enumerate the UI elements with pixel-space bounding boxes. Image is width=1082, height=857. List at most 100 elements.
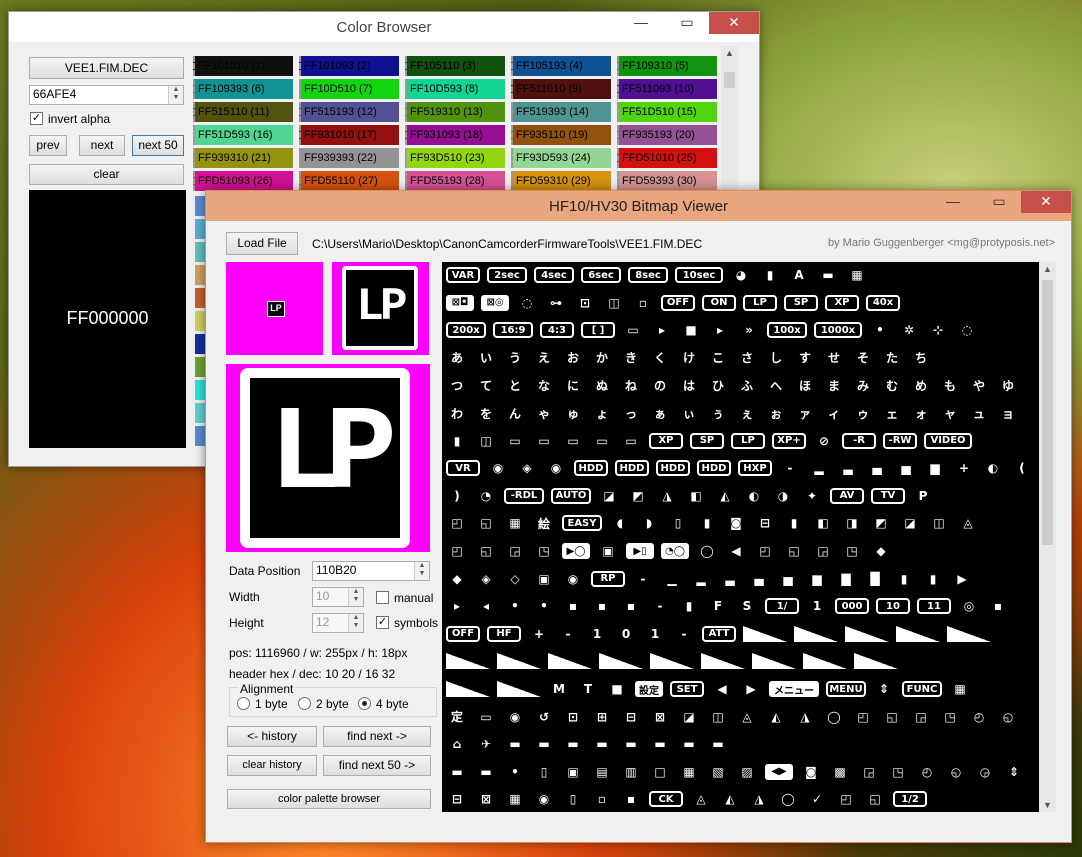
palette-swatch[interactable]: FF519310 (13) [405,102,505,122]
palette-swatch[interactable]: FF939310 (21) [193,148,293,168]
palette-browser-button[interactable]: color palette browser [227,789,431,809]
clear-history-button[interactable]: clear history [227,755,317,776]
palette-scroll-thumb[interactable] [724,72,735,88]
symbols-checkbox[interactable]: ✓ [376,616,389,629]
palette-swatch[interactable]: FF105110 (3) [405,56,505,76]
minimize-icon[interactable]: — [931,191,975,213]
palette-swatch[interactable]: FF935110 (19) [511,125,611,145]
symbol-scroll-down-icon[interactable]: ▼ [1039,800,1056,810]
color-spinner-icon[interactable]: ▲ ▼ [168,86,183,104]
minimize-icon[interactable]: — [619,12,663,34]
symbol-glyph: ▤ [596,764,608,779]
palette-swatch[interactable]: FF51D510 (15) [617,102,717,122]
palette-swatch[interactable]: FF10D593 (8) [405,79,505,99]
symbol-glyph: VAR [446,267,480,283]
palette-swatch[interactable]: FF109393 (6) [193,79,293,99]
symbol-glyph: ェ [885,406,898,421]
invert-alpha-checkbox[interactable]: ✓ [30,112,43,125]
align-4-radio[interactable] [358,697,371,710]
palette-swatch[interactable]: FF939393 (22) [299,148,399,168]
width-input[interactable]: 10 ▲ ▼ [312,587,364,607]
data-position-label: Data Position [229,564,301,578]
palette-swatch[interactable]: FF515193 (12) [299,102,399,122]
palette-swatch[interactable]: FF931010 (17) [299,125,399,145]
palette-swatch[interactable]: FF10D510 (7) [299,79,399,99]
palette-swatch[interactable]: FFD55193 (28) [405,171,505,191]
palette-swatch[interactable]: FF109310 (5) [617,56,717,76]
data-position-spinner-icon[interactable]: ▲ ▼ [414,562,429,580]
color-browser-titlebar[interactable]: Color Browser — ▭ ✕ [9,12,759,42]
palette-swatch[interactable]: FF511093 (10) [617,79,717,99]
palette-swatch[interactable]: FF105193 (4) [511,56,611,76]
load-file-button[interactable]: Load File [226,232,298,255]
symbol-glyph: ふ [740,378,753,393]
palette-swatch[interactable]: FF101010 (1) [193,56,293,76]
palette-swatch[interactable]: FF93D593 (24) [511,148,611,168]
history-back-button[interactable]: <- history [227,726,317,747]
palette-swatch[interactable]: FF93D510 (23) [405,148,505,168]
palette-swatch[interactable]: FF935193 (20) [617,125,717,145]
symbol-glyph: ⇕ [878,682,890,696]
next-button[interactable]: next [79,135,125,156]
preview-medium-glyph: LP [342,266,418,350]
symbol-glyph: ⊹ [932,323,944,338]
data-position-input[interactable]: 110B20 ▲ ▼ [312,561,430,581]
symbol-glyph [803,653,847,670]
next-50-button[interactable]: next 50 [132,135,184,156]
scroll-up-icon[interactable]: ▲ [721,48,738,58]
symbol-glyph: ◱ [480,516,492,531]
find-next-button[interactable]: find next -> [323,726,431,747]
palette-swatch[interactable]: FFD59393 (30) [617,171,717,191]
symbol-glyph: ◳ [944,709,956,724]
align-2-radio[interactable] [298,697,311,710]
close-icon[interactable]: ✕ [709,12,759,34]
palette-swatch[interactable]: FFD51010 (25) [617,148,717,168]
color-input[interactable]: 66AFE4 ▲ ▼ [29,85,184,105]
symbol-scrollbar[interactable]: ▲ ▼ [1039,262,1056,812]
palette-swatch[interactable]: FFD55110 (27) [299,171,399,191]
palette-swatch[interactable]: FF511010 (9) [511,79,611,99]
symbol-scroll-thumb[interactable] [1042,280,1053,545]
symbol-glyph: EASY [562,515,602,532]
height-spinner-icon[interactable]: ▲ ▼ [348,614,363,632]
symbol-glyph: ON [702,294,736,311]
palette-swatch[interactable]: FF101093 (2) [299,56,399,76]
symbol-glyph: う [508,351,521,366]
symbol-glyph: 1 [592,626,602,641]
palette-swatch[interactable]: FF515110 (11) [193,102,293,122]
file-button[interactable]: VEE1.FIM.DEC [29,57,184,79]
find-next-50-button[interactable]: find next 50 -> [323,755,431,776]
symbol-glyph: ゃ [537,406,550,421]
viewer-titlebar[interactable]: HF10/HV30 Bitmap Viewer — ▭ ✕ [206,191,1071,221]
close-icon[interactable]: ✕ [1021,191,1071,213]
palette-swatch[interactable]: FFD59310 (29) [511,171,611,191]
align-1-radio[interactable] [237,697,250,710]
height-input[interactable]: 12 ▲ ▼ [312,613,364,633]
symbol-glyph: ⊠◎ [481,294,509,311]
symbol-glyph: ◰ [451,544,463,558]
clear-button[interactable]: clear [29,164,184,185]
symbol-glyph: HDD [656,460,690,477]
symbol-glyph: ◳ [538,544,550,558]
prev-button[interactable]: prev [29,135,67,156]
maximize-icon[interactable]: ▭ [977,191,1021,213]
symbol-glyph: ▸ [716,323,724,338]
palette-swatch[interactable]: FF51D593 (16) [193,125,293,145]
symbol-glyph: ▅ [783,571,793,586]
symbol-glyph: え [537,351,550,366]
palette-scrollbar[interactable]: ▲ [721,46,738,206]
symbol-glyph: ◩ [632,488,644,503]
symbol-canvas[interactable]: VAR 2sec 4sec 6sec 8sec 10sec ◕ ▮ A ▬ ▦ ⊠◘ ⊠◎ ◌ ⊶ ⊡ ◫ ▫ OF… [442,262,1039,812]
symbol-glyph: LP [731,432,765,449]
palette-swatch[interactable]: FF519393 (14) [511,102,611,122]
width-spinner-icon[interactable]: ▲ ▼ [348,588,363,606]
palette-swatch[interactable]: FFD51093 (26) [193,171,293,191]
manual-checkbox[interactable] [376,591,389,604]
symbol-scroll-up-icon[interactable]: ▲ [1039,264,1056,274]
palette-swatch[interactable]: FF931093 (18) [405,125,505,145]
symbol-glyph: ▪ [626,599,636,614]
symbol-glyph: 設定 [635,681,663,697]
maximize-icon[interactable]: ▭ [665,12,709,34]
symbol-glyph: ◀▶ [765,763,793,780]
symbol-glyph: ◉ [492,461,504,476]
